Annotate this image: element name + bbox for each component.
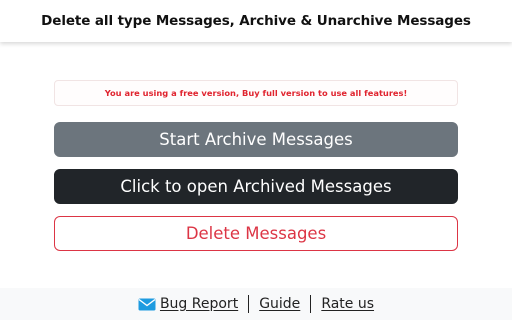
rate-us-link[interactable]: Rate us	[321, 296, 374, 312]
free-version-notice: You are using a free version, Buy full v…	[54, 80, 458, 106]
bug-report-label: Bug Report	[159, 296, 239, 312]
footer-divider	[310, 295, 312, 313]
notice-text: You are using a free version, Buy full v…	[104, 88, 408, 98]
delete-messages-button[interactable]: Delete Messages	[54, 216, 458, 251]
footer-links: Bug Report Guide Rate us	[0, 288, 512, 320]
start-archive-button[interactable]: Start Archive Messages	[54, 122, 458, 157]
header-bar: Delete all type Messages, Archive & Unar…	[0, 0, 512, 42]
popup-page: Delete all type Messages, Archive & Unar…	[0, 0, 512, 320]
guide-link[interactable]: Guide	[259, 296, 300, 312]
footer-divider	[248, 295, 250, 313]
mail-icon	[138, 298, 156, 310]
page-title: Delete all type Messages, Archive & Unar…	[41, 13, 471, 29]
open-archived-button[interactable]: Click to open Archived Messages	[54, 169, 458, 204]
bug-report-link[interactable]: Bug Report	[138, 296, 238, 312]
